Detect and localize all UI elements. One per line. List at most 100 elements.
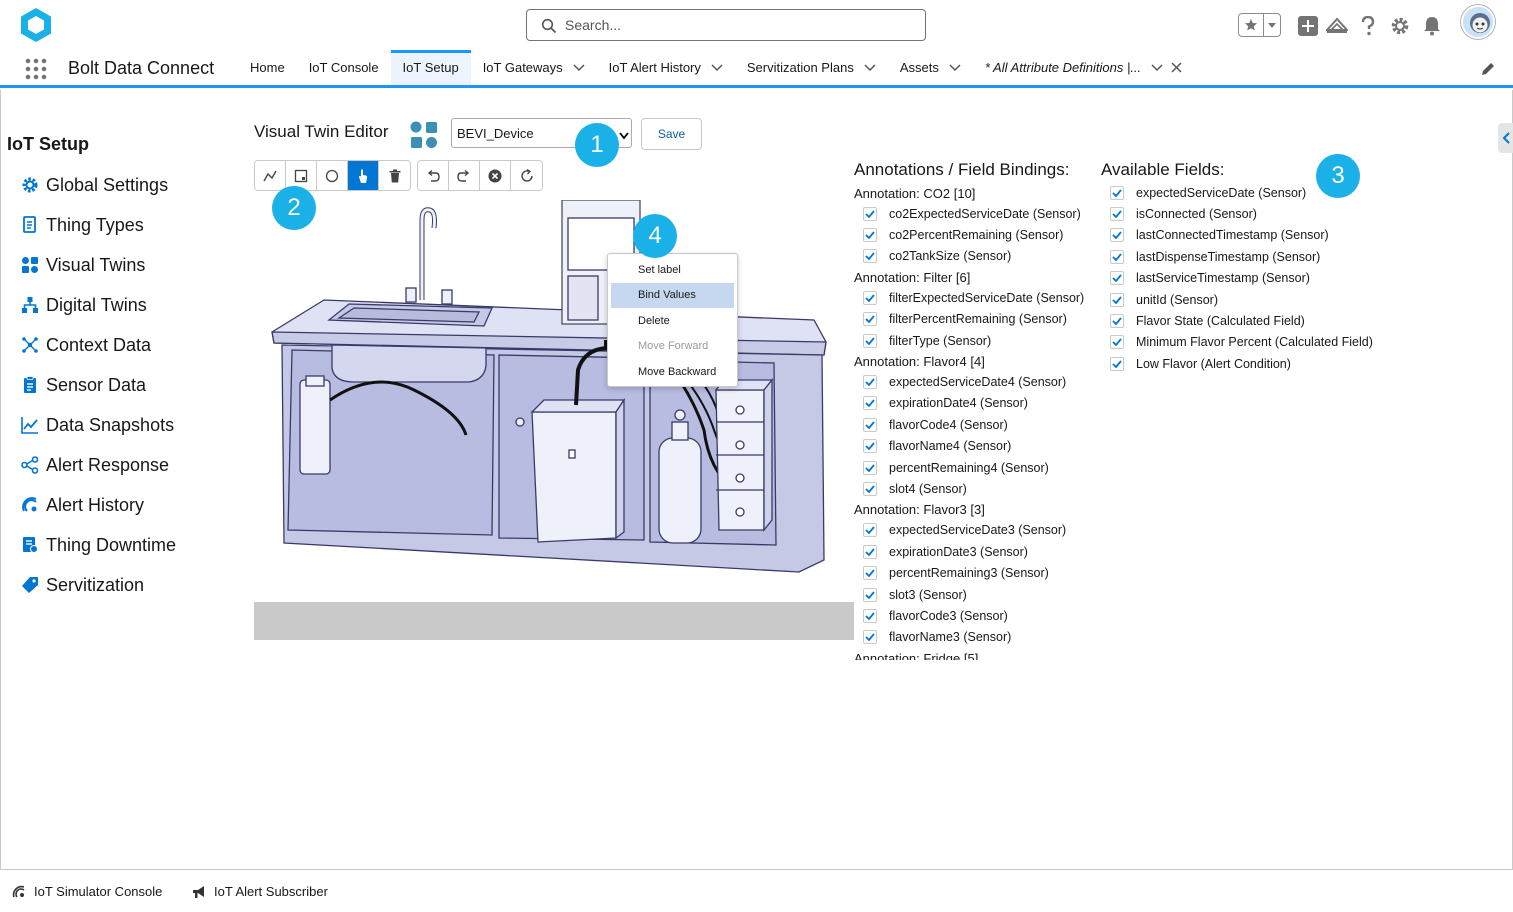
setup-item-context-data[interactable]: Context Data (21, 325, 176, 365)
binding-field-row[interactable]: flavorCode3 (Sensor) (854, 605, 1099, 626)
setup-item-global-settings[interactable]: Global Settings (21, 165, 176, 205)
utility-iot-alert-subscriber[interactable]: IoT Alert Subscriber (192, 884, 328, 899)
binding-field-row[interactable]: expectedServiceDate4 (Sensor) (854, 371, 1099, 392)
binding-field-row[interactable]: expirationDate4 (Sensor) (854, 393, 1099, 414)
field-checkbox[interactable] (863, 544, 877, 559)
trailhead-icon[interactable] (1325, 14, 1349, 38)
star-icon[interactable] (1239, 14, 1265, 36)
salesforce-logo-icon[interactable] (18, 6, 54, 44)
save-button[interactable]: Save (641, 118, 702, 150)
field-checkbox[interactable] (1110, 356, 1124, 371)
context-menu-move-backward[interactable]: Move Backward (611, 359, 734, 385)
field-checkbox[interactable] (863, 249, 877, 264)
available-field-row[interactable]: expectedServiceDate (Sensor) (1110, 182, 1373, 203)
chevron-down-icon[interactable] (573, 63, 585, 72)
field-checkbox[interactable] (863, 608, 877, 623)
field-checkbox[interactable] (863, 333, 877, 348)
circle-tool-button[interactable] (317, 161, 348, 190)
setup-item-data-snapshots[interactable]: Data Snapshots (21, 405, 176, 445)
edit-nav-pencil-icon[interactable] (1480, 61, 1496, 77)
binding-field-row[interactable]: percentRemaining3 (Sensor) (854, 562, 1099, 583)
cancel-button[interactable] (480, 161, 511, 190)
nav-tab-assets[interactable]: Assets (888, 50, 973, 85)
context-menu-delete[interactable]: Delete (611, 308, 734, 334)
context-menu-set-label[interactable]: Set label (611, 257, 734, 283)
notifications-bell-icon[interactable] (1420, 14, 1444, 38)
field-checkbox[interactable] (863, 630, 877, 645)
polyline-tool-button[interactable] (255, 161, 286, 190)
field-checkbox[interactable] (1110, 207, 1124, 222)
undo-button[interactable] (418, 161, 449, 190)
favorites-button-group[interactable] (1238, 13, 1281, 37)
binding-field-row[interactable]: co2TankSize (Sensor) (854, 246, 1099, 267)
available-field-row[interactable]: unitId (Sensor) (1110, 289, 1373, 310)
binding-field-row[interactable]: filterType (Sensor) (854, 330, 1099, 351)
select-tool-button[interactable] (348, 161, 379, 190)
delete-tool-button[interactable] (379, 161, 410, 190)
setup-item-sensor-data[interactable]: Sensor Data (21, 365, 176, 405)
setup-item-visual-twins[interactable]: Visual Twins (21, 245, 176, 285)
field-checkbox[interactable] (863, 312, 877, 327)
chevron-down-icon[interactable] (711, 63, 723, 72)
field-checkbox[interactable] (1110, 292, 1124, 307)
field-checkbox[interactable] (863, 481, 877, 496)
global-search[interactable] (526, 9, 926, 41)
available-field-row[interactable]: lastDispenseTimestamp (Sensor) (1110, 246, 1373, 267)
nav-tab-iot-console[interactable]: IoT Console (297, 50, 391, 85)
field-checkbox[interactable] (1110, 185, 1124, 200)
nav-tab-servitization-plans[interactable]: Servitization Plans (735, 50, 888, 85)
nav-tab-iot-setup[interactable]: IoT Setup (390, 50, 471, 85)
nav-tab-iot-alert-history[interactable]: IoT Alert History (597, 50, 735, 85)
setup-item-thing-downtime[interactable]: Thing Downtime (21, 525, 176, 565)
chevron-down-icon[interactable] (1264, 14, 1280, 36)
binding-field-row[interactable]: expirationDate3 (Sensor) (854, 541, 1099, 562)
setup-item-thing-types[interactable]: Thing Types (21, 205, 176, 245)
nav-tab-iot-gateways[interactable]: IoT Gateways (471, 50, 597, 85)
available-field-row[interactable]: lastServiceTimestamp (Sensor) (1110, 268, 1373, 289)
setup-item-alert-response[interactable]: Alert Response (21, 445, 176, 485)
field-checkbox[interactable] (1110, 314, 1124, 329)
context-menu-bind-values[interactable]: Bind Values (611, 282, 734, 308)
search-input[interactable] (565, 14, 915, 36)
utility-iot-simulator-console[interactable]: IoT Simulator Console (12, 884, 162, 899)
field-checkbox[interactable] (863, 375, 877, 390)
binding-field-row[interactable]: flavorCode4 (Sensor) (854, 414, 1099, 435)
setup-item-alert-history[interactable]: Alert History (21, 485, 176, 525)
chevron-down-icon[interactable] (864, 63, 876, 72)
binding-field-row[interactable]: percentRemaining4 (Sensor) (854, 457, 1099, 478)
field-checkbox[interactable] (863, 439, 877, 454)
field-checkbox[interactable] (863, 417, 877, 432)
field-checkbox[interactable] (863, 460, 877, 475)
available-field-row[interactable]: Flavor State (Calculated Field) (1110, 310, 1373, 331)
nav-tab-all-attribute-definitions[interactable]: * All Attribute Definitions |... (973, 50, 1194, 85)
field-checkbox[interactable] (863, 290, 877, 305)
binding-field-row[interactable]: expectedServiceDate3 (Sensor) (854, 520, 1099, 541)
binding-field-row[interactable]: flavorName3 (Sensor) (854, 627, 1099, 648)
binding-field-row[interactable]: co2PercentRemaining (Sensor) (854, 224, 1099, 245)
setup-item-digital-twins[interactable]: Digital Twins (21, 285, 176, 325)
field-checkbox[interactable] (1110, 249, 1124, 264)
binding-field-row[interactable]: co2ExpectedServiceDate (Sensor) (854, 203, 1099, 224)
available-field-row[interactable]: lastConnectedTimestamp (Sensor) (1110, 225, 1373, 246)
chevron-down-icon[interactable] (949, 63, 961, 72)
available-field-row[interactable]: Minimum Flavor Percent (Calculated Field… (1110, 332, 1373, 353)
help-icon[interactable] (1356, 14, 1380, 38)
field-checkbox[interactable] (863, 587, 877, 602)
nav-tab-home[interactable]: Home (238, 50, 297, 85)
field-checkbox[interactable] (863, 206, 877, 221)
binding-field-row[interactable]: slot3 (Sensor) (854, 584, 1099, 605)
app-launcher-icon[interactable] (24, 57, 48, 81)
field-checkbox[interactable] (863, 523, 877, 538)
visual-twin-canvas[interactable] (254, 200, 854, 600)
available-field-row[interactable]: isConnected (Sensor) (1110, 203, 1373, 224)
close-tab-icon[interactable] (1171, 62, 1182, 73)
panel-toggle-handle[interactable] (1498, 123, 1513, 153)
field-checkbox[interactable] (1110, 335, 1124, 350)
refresh-button[interactable] (511, 161, 542, 190)
binding-field-row[interactable]: filterPercentRemaining (Sensor) (854, 309, 1099, 330)
setup-gear-icon[interactable] (1388, 14, 1412, 38)
binding-field-row[interactable]: filterExpectedServiceDate (Sensor) (854, 287, 1099, 308)
user-avatar[interactable] (1461, 5, 1495, 39)
redo-button[interactable] (449, 161, 480, 190)
field-checkbox[interactable] (1110, 228, 1124, 243)
